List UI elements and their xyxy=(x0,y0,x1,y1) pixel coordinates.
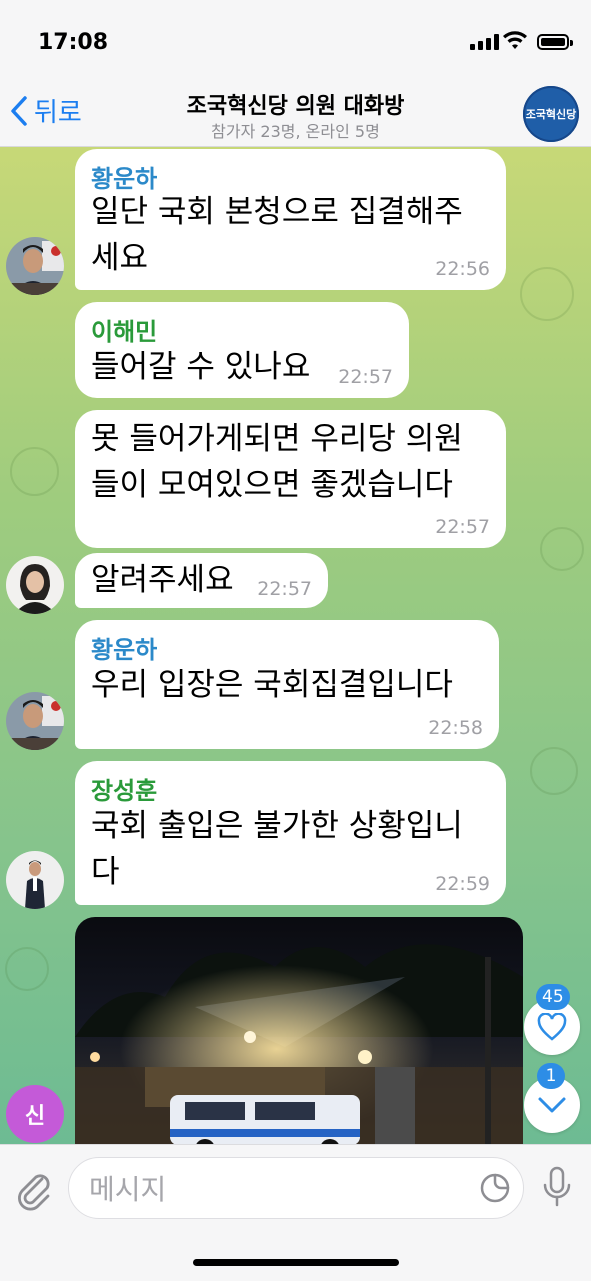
message-text: 우리 입장은 국회집결입니다 xyxy=(91,667,453,703)
message-text: 들어갈 수 있나요 xyxy=(91,349,311,385)
chat-header: 뒤로 조국혁신당 의원 대화방 참가자 23명, 온라인 5명 조국혁신당 xyxy=(0,86,591,147)
background-pattern xyxy=(530,747,578,795)
avatar[interactable] xyxy=(6,851,64,909)
message-time: 22:57 xyxy=(435,516,490,538)
background-pattern xyxy=(5,947,49,991)
message-bubble[interactable]: 못 들어가게되면 우리당 의원 들이 모여있으면 좋겠습니다 22:57 xyxy=(75,410,506,548)
background-pattern xyxy=(10,447,59,496)
message-time: 22:58 xyxy=(428,717,483,739)
signal-icon xyxy=(470,34,499,50)
message-time: 22:59 xyxy=(435,873,490,895)
wifi-icon xyxy=(503,31,527,49)
heart-icon xyxy=(537,1013,567,1041)
message-input-container[interactable] xyxy=(68,1157,524,1220)
background-pattern xyxy=(540,527,584,571)
chat-title[interactable]: 조국혁신당 의원 대화방 xyxy=(0,88,591,120)
sticker-icon[interactable] xyxy=(479,1172,511,1204)
message-bubble[interactable]: 황운하 우리 입장은 국회집결입니다 22:58 xyxy=(75,620,499,749)
avatar[interactable] xyxy=(6,237,64,295)
message-sender[interactable]: 황운하 xyxy=(91,630,157,665)
photo-message[interactable] xyxy=(75,917,523,1144)
avatar[interactable] xyxy=(6,692,64,750)
unread-count-badge: 1 xyxy=(537,1063,565,1089)
message-bubble[interactable]: 황운하 일단 국회 본청으로 집결해주 세요 22:56 xyxy=(75,149,506,290)
battery-icon xyxy=(537,34,573,50)
message-sender[interactable]: 장성훈 xyxy=(91,771,157,806)
message-text: 못 들어가게되면 우리당 의원 들이 모여있으면 좋겠습니다 xyxy=(91,421,463,503)
message-text: 알려주세요 xyxy=(91,562,234,598)
chevron-down-icon xyxy=(538,1097,566,1113)
home-indicator xyxy=(193,1259,399,1266)
message-input[interactable] xyxy=(87,1158,471,1220)
reactions-count-badge: 45 xyxy=(536,984,570,1010)
microphone-icon[interactable] xyxy=(540,1165,574,1211)
message-bubble[interactable]: 이해민 들어갈 수 있나요 22:57 xyxy=(75,302,409,398)
message-sender[interactable]: 이해민 xyxy=(91,312,157,347)
message-bubble[interactable]: 알려주세요 22:57 xyxy=(75,553,328,608)
background-pattern xyxy=(520,267,574,321)
group-avatar[interactable]: 조국혁신당 xyxy=(523,86,579,142)
avatar[interactable] xyxy=(6,556,64,614)
message-time: 22:57 xyxy=(257,578,312,600)
message-text: 국회 출입은 불가한 상황입니 다 xyxy=(91,808,463,890)
status-time: 17:08 xyxy=(38,30,109,55)
message-bubble[interactable]: 장성훈 국회 출입은 불가한 상황입니 다 22:59 xyxy=(75,761,506,905)
chat-subtitle: 참가자 23명, 온라인 5명 xyxy=(211,122,380,141)
message-time: 22:57 xyxy=(338,366,393,388)
send-as-avatar[interactable]: 신 xyxy=(6,1085,64,1143)
status-bar: 17:08 xyxy=(0,0,591,88)
message-list[interactable]: 황운하 일단 국회 본청으로 집결해주 세요 22:56 이해민 들어갈 수 있… xyxy=(0,147,591,1144)
message-time: 22:56 xyxy=(435,258,490,280)
paperclip-icon[interactable] xyxy=(14,1167,54,1211)
message-text: 일단 국회 본청으로 집결해주 세요 xyxy=(91,194,463,276)
